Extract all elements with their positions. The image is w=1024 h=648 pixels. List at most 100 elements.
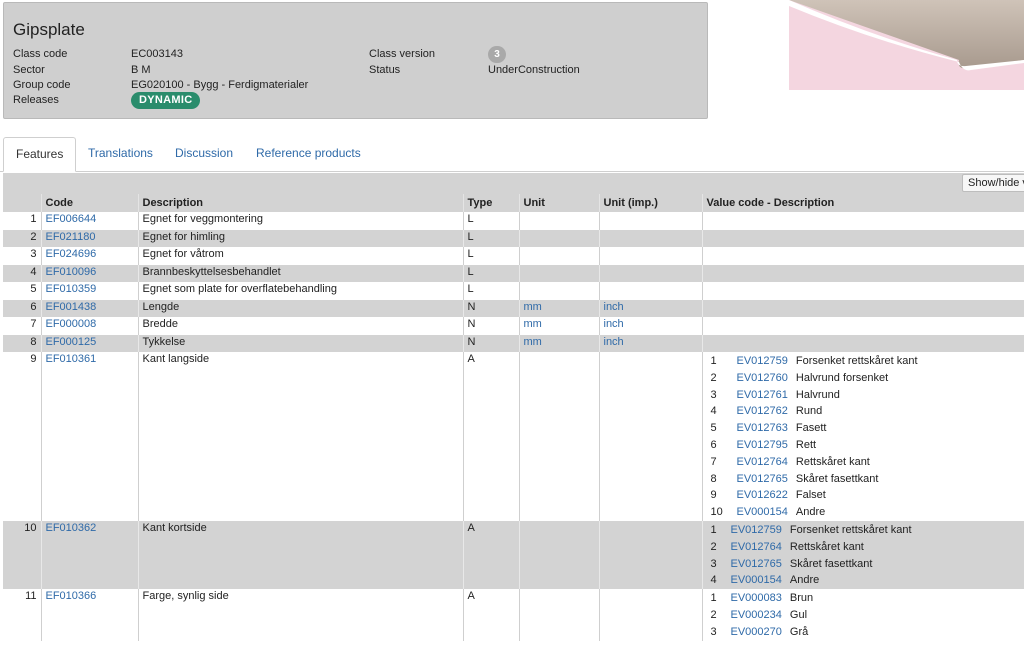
value-code-link[interactable]: EV012763 bbox=[737, 420, 788, 437]
row-index: 6 bbox=[3, 299, 41, 317]
tab-discussion[interactable]: Discussion bbox=[163, 137, 245, 172]
value-code-link[interactable]: EV012764 bbox=[737, 454, 788, 471]
table-row: 9 EF010361 Kant langside A 1 EV012759 Forsenke… bbox=[3, 352, 1024, 521]
feature-type: L bbox=[462, 247, 519, 265]
feature-type: L bbox=[462, 229, 519, 247]
value-item: 10 EV000154 Andre bbox=[707, 504, 1021, 521]
feature-code-cell: EF006644 bbox=[40, 212, 138, 230]
unit-link[interactable]: mm bbox=[524, 318, 542, 330]
value-index: 3 bbox=[710, 388, 717, 401]
feature-description: Tykkelse bbox=[137, 334, 463, 352]
feature-code-link[interactable]: EF010359 bbox=[46, 283, 97, 295]
value-description: Skåret fasettkant bbox=[795, 472, 879, 485]
value-code-link[interactable]: EV012765 bbox=[737, 471, 788, 488]
value-index: 3 bbox=[710, 625, 717, 638]
table-row: 5 EF010359 Egnet som plate for overflatebe… bbox=[3, 282, 1024, 300]
status-label: Status bbox=[369, 64, 401, 76]
feature-code-cell: EF000008 bbox=[40, 317, 138, 335]
value-code-link[interactable]: EV012761 bbox=[737, 387, 788, 404]
value-code-link[interactable]: EV000154 bbox=[731, 572, 782, 589]
value-code-link[interactable]: EV012764 bbox=[731, 539, 782, 556]
product-image bbox=[721, 0, 1024, 90]
value-item: 7 EV012764 Rettskåret kant bbox=[707, 454, 1021, 471]
table-toolbar: Show/hide v bbox=[3, 173, 1024, 194]
column-header-description[interactable]: Description bbox=[137, 194, 463, 212]
unit-link[interactable]: mm bbox=[524, 336, 542, 348]
tab-translations[interactable]: Translations bbox=[76, 137, 165, 172]
feature-type: L bbox=[462, 264, 519, 282]
column-header-value-code[interactable]: Value code - Description bbox=[701, 194, 1024, 212]
value-code-link[interactable]: EV000083 bbox=[731, 590, 782, 607]
value-item: 3 EV012761 Halvrund bbox=[707, 387, 1021, 404]
group-code-label: Group code bbox=[13, 79, 71, 91]
feature-code-cell: EF010096 bbox=[40, 264, 138, 282]
unit-imp-cell bbox=[598, 282, 702, 300]
value-code-link[interactable]: EV012759 bbox=[731, 522, 782, 539]
unit-cell bbox=[518, 212, 599, 230]
value-index: 7 bbox=[710, 455, 717, 468]
release-badge[interactable]: DYNAMIC bbox=[131, 92, 201, 109]
value-index: 2 bbox=[710, 540, 717, 553]
value-item: 6 EV012795 Rett bbox=[707, 437, 1021, 454]
value-description: Fasett bbox=[795, 422, 827, 435]
feature-code-link[interactable]: EF010096 bbox=[46, 266, 97, 278]
feature-code-link[interactable]: EF024696 bbox=[46, 248, 97, 260]
unit-imp-link[interactable]: inch bbox=[604, 301, 624, 313]
unit-cell bbox=[518, 352, 599, 521]
value-code-link[interactable]: EV000234 bbox=[731, 607, 782, 624]
feature-code-link[interactable]: EF000125 bbox=[46, 336, 97, 348]
feature-type: A bbox=[462, 352, 519, 521]
value-item: 1 EV012759 Forsenket rettskåret kant bbox=[707, 353, 1021, 370]
feature-type: N bbox=[462, 317, 519, 335]
column-header-index bbox=[3, 194, 41, 212]
value-item: 2 EV012764 Rettskåret kant bbox=[707, 539, 1021, 556]
show-hide-columns-button[interactable]: Show/hide v bbox=[962, 174, 1024, 192]
feature-description: Egnet som plate for overflatebehandling bbox=[137, 282, 463, 300]
unit-imp-link[interactable]: inch bbox=[604, 318, 624, 330]
feature-code-link[interactable]: EF000008 bbox=[46, 318, 97, 330]
column-header-unit[interactable]: Unit bbox=[518, 194, 599, 212]
feature-code-link[interactable]: EF010366 bbox=[46, 590, 97, 602]
unit-cell bbox=[518, 520, 599, 590]
value-code-link[interactable]: EV012762 bbox=[737, 403, 788, 420]
gypsum-board-illustration bbox=[789, 0, 1024, 71]
feature-code-link[interactable]: EF001438 bbox=[46, 301, 97, 313]
value-code-link[interactable]: EV012622 bbox=[737, 487, 788, 504]
status-value: UnderConstruction bbox=[488, 64, 580, 76]
feature-description: Egnet for himling bbox=[137, 229, 463, 247]
unit-imp-link[interactable]: inch bbox=[604, 336, 624, 348]
unit-imp-cell: inch bbox=[598, 334, 702, 352]
table-row: 2 EF021180 Egnet for himling L bbox=[3, 229, 1024, 247]
value-code-link[interactable]: EV012795 bbox=[737, 437, 788, 454]
feature-code-link[interactable]: EF010361 bbox=[46, 353, 97, 365]
value-list-cell bbox=[701, 229, 1024, 247]
group-code-value: EG020100 - Bygg - Ferdigmaterialer bbox=[131, 79, 309, 91]
feature-code-link[interactable]: EF010362 bbox=[46, 522, 97, 534]
value-list: 1 EV012759 Forsenket rettskåret kant 2 EV012… bbox=[707, 353, 1021, 521]
value-code-link[interactable]: EV012759 bbox=[737, 353, 788, 370]
sector-value: B M bbox=[131, 64, 151, 76]
value-code-link[interactable]: EV000154 bbox=[737, 504, 788, 521]
value-code-link[interactable]: EV000270 bbox=[731, 624, 782, 641]
column-header-code[interactable]: Code bbox=[40, 194, 138, 212]
tab-reference-products[interactable]: Reference products bbox=[244, 137, 373, 172]
feature-code-link[interactable]: EF021180 bbox=[46, 231, 96, 243]
value-code-link[interactable]: EV012760 bbox=[737, 370, 788, 387]
class-code-label: Class code bbox=[13, 48, 68, 60]
column-header-type[interactable]: Type bbox=[462, 194, 519, 212]
unit-cell bbox=[518, 247, 599, 265]
tab-features[interactable]: Features bbox=[3, 137, 77, 172]
value-code-link[interactable]: EV012765 bbox=[731, 556, 782, 573]
column-header-unit-imp[interactable]: Unit (imp.) bbox=[598, 194, 702, 212]
unit-cell bbox=[518, 229, 599, 247]
feature-code-link[interactable]: EF006644 bbox=[46, 213, 97, 225]
row-index: 3 bbox=[30, 248, 37, 260]
feature-type: A bbox=[462, 589, 519, 641]
table-row: 7 EF000008 Bredde Nmm inch bbox=[3, 317, 1024, 335]
value-description: Forsenket rettskåret kant bbox=[789, 523, 912, 536]
row-index: 10 bbox=[3, 520, 41, 590]
value-index: 2 bbox=[710, 371, 717, 384]
unit-link[interactable]: mm bbox=[524, 301, 542, 313]
feature-description: Egnet for veggmontering bbox=[137, 212, 463, 230]
value-list-cell bbox=[701, 317, 1024, 335]
